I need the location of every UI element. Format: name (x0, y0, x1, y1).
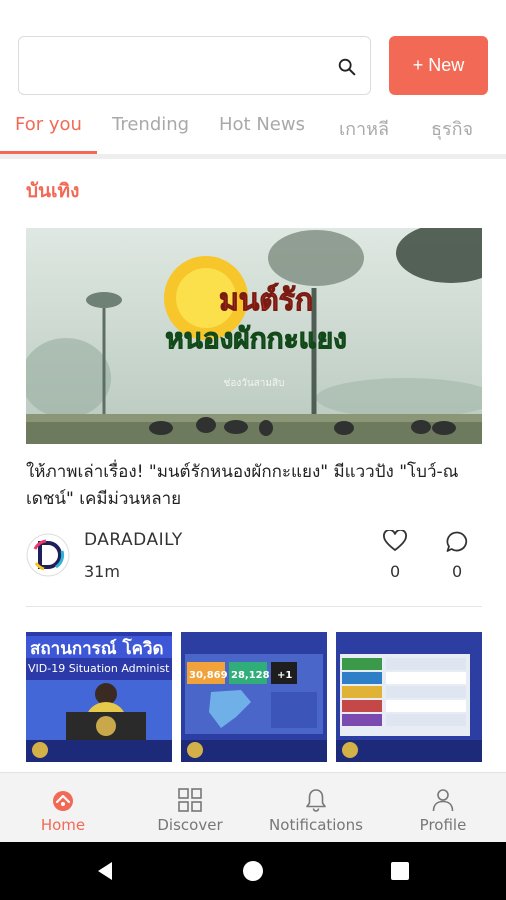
article-headline[interactable]: ให้ภาพเล่าเรื่อง! "มนต์รักหนองผักกะแยง" … (26, 459, 482, 513)
user-icon (432, 789, 454, 812)
nav-discover[interactable]: Discover (127, 773, 253, 843)
thumbnail-covid-table[interactable] (336, 632, 482, 762)
card-divider (26, 606, 482, 607)
nav-discover-label: Discover (157, 816, 223, 834)
thumb2-stat3: +1 (277, 670, 292, 681)
nav-profile[interactable]: Profile (380, 773, 506, 843)
hero-illustration: มนต์รัก หนองผักกะแยง ช่องวันสามสิบ (26, 228, 482, 444)
new-post-button[interactable]: + New (389, 36, 488, 95)
thumbnail-covid-briefing[interactable]: สถานการณ์ โควิด VID-19 Situation Adminis… (26, 632, 172, 762)
heart-icon[interactable] (383, 530, 407, 552)
tab-korea[interactable]: เกาหลี (339, 114, 389, 143)
thumb2-stat2: 28,128 (231, 670, 270, 681)
article-hero-image[interactable]: มนต์รัก หนองผักกะแยง ช่องวันสามสิบ (26, 228, 482, 444)
source-name[interactable]: DARADAILY (84, 530, 183, 550)
nav-home-label: Home (40, 816, 86, 834)
like-count: 0 (390, 562, 401, 581)
thumb1-banner: สถานการณ์ โควิด (30, 638, 164, 659)
top-bar: + New (0, 0, 506, 100)
search-box[interactable] (18, 36, 371, 95)
search-input[interactable] (31, 51, 331, 81)
category-tabs: For you Trending Hot News เกาหลี ธุรกิจ (0, 106, 506, 156)
tabs-divider (0, 154, 506, 159)
search-icon[interactable] (336, 56, 358, 78)
post-time: 31m (84, 562, 120, 581)
system-navigation-bar (0, 842, 506, 900)
grid-icon (178, 788, 202, 812)
tab-trending[interactable]: Trending (112, 114, 189, 135)
section-title: บันเทิง (26, 180, 80, 202)
nav-home[interactable]: Home (0, 773, 126, 843)
comment-icon[interactable] (445, 530, 469, 554)
hero-caption: ช่องวันสามสิบ (224, 378, 285, 389)
tab-business[interactable]: ธุรกิจ (431, 114, 473, 143)
thumb2-stat1: 30,869 (189, 670, 228, 681)
recents-icon[interactable] (389, 860, 411, 882)
bottom-navigation: Home Discover Notifications Profile (0, 772, 506, 842)
hero-title-line2: หนองผักกะแยง (165, 322, 347, 355)
tab-hot-news[interactable]: Hot News (219, 114, 305, 135)
article-meta: DARADAILY 31m 0 0 (26, 530, 482, 586)
thumbnail-covid-stats[interactable]: 30,869 28,128 +1 (181, 632, 327, 762)
comment-count: 0 (452, 562, 463, 581)
bell-icon (306, 789, 326, 812)
hero-title-line1: มนต์รัก (219, 283, 313, 318)
nav-notifications-label: Notifications (269, 816, 363, 834)
thumb1-sub: VID-19 Situation Administ (28, 662, 170, 675)
back-icon[interactable] (94, 860, 116, 882)
home-icon (53, 791, 73, 811)
nav-notifications[interactable]: Notifications (253, 773, 379, 843)
nav-profile-label: Profile (419, 816, 467, 834)
home-circle-icon[interactable] (242, 860, 264, 882)
source-avatar[interactable] (26, 533, 70, 577)
tab-for-you[interactable]: For you (15, 114, 82, 135)
